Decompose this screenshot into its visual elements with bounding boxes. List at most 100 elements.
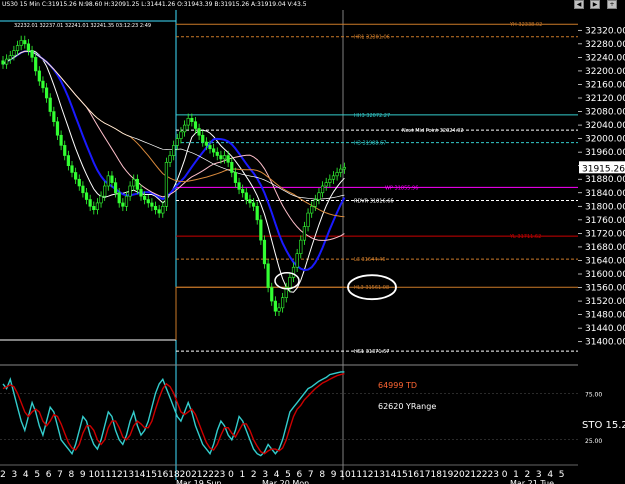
candle-body bbox=[179, 131, 183, 139]
candle-body bbox=[237, 182, 241, 190]
candle-body bbox=[273, 300, 277, 312]
candle-body bbox=[244, 192, 248, 200]
candle-body bbox=[193, 121, 198, 129]
candle-body bbox=[299, 239, 303, 254]
candle-body bbox=[259, 219, 263, 241]
x-tick-label: 20 bbox=[453, 470, 465, 480]
y-tick-label: 31560.00 bbox=[585, 284, 625, 294]
candle-body bbox=[190, 118, 194, 122]
candle-body bbox=[146, 199, 150, 204]
y-tick-label: 32160.00 bbox=[585, 80, 625, 90]
x-tick-label: 13 bbox=[123, 470, 134, 480]
x-tick-label: 0 bbox=[228, 470, 234, 480]
x-tick-label: 11 bbox=[351, 470, 362, 480]
x-tick-label: 8 bbox=[319, 470, 325, 480]
candle-body bbox=[302, 226, 307, 241]
y-tick-label: 31600.00 bbox=[585, 270, 625, 280]
x-tick-label: 22 bbox=[476, 470, 487, 480]
candle-body bbox=[212, 148, 216, 153]
candle-body bbox=[186, 118, 190, 126]
candle-body bbox=[121, 202, 125, 207]
y-tick-label: 31760.00 bbox=[585, 216, 625, 226]
x-tick-label: 4 bbox=[23, 470, 29, 480]
stoch-value-label: STO 15.2 bbox=[582, 420, 625, 431]
x-tick-label: 15 bbox=[145, 470, 156, 480]
date-label: Mar 20 Mon bbox=[262, 479, 309, 484]
y-tick-label: 32240.00 bbox=[585, 53, 625, 63]
candle-body bbox=[208, 145, 212, 150]
candle-body bbox=[281, 297, 285, 309]
candle-body bbox=[135, 178, 139, 190]
y-tick-label: 31960.00 bbox=[585, 148, 625, 158]
y-tick-label: 32280.00 bbox=[585, 40, 625, 50]
candle-body bbox=[270, 287, 274, 302]
candle-body bbox=[310, 206, 314, 214]
zoom-button[interactable]: + bbox=[607, 0, 617, 9]
candle-body bbox=[201, 134, 205, 143]
candle-body bbox=[172, 145, 176, 156]
price-chart: YH 32338.02 HR1 32301.06 HH3 32072.27 Next … bbox=[0, 0, 625, 484]
x-tick-label: 21 bbox=[465, 470, 476, 480]
candle-body bbox=[339, 168, 343, 173]
level-label: HH3 32072.27 bbox=[354, 113, 390, 119]
candle-body bbox=[70, 165, 74, 173]
candle-body bbox=[92, 206, 96, 210]
candle-body bbox=[81, 185, 85, 194]
y-tick-label: 31680.00 bbox=[585, 243, 625, 253]
level-label: YH 32338.02 bbox=[509, 22, 542, 28]
x-tick-label: 14 bbox=[134, 470, 146, 480]
candle-body bbox=[41, 80, 45, 89]
candle-body bbox=[222, 155, 227, 160]
scroll-right-button[interactable]: ▶ bbox=[590, 0, 600, 9]
x-tick-label: 12 bbox=[362, 470, 373, 480]
candle-body bbox=[8, 55, 12, 60]
x-tick-label: 10 bbox=[339, 470, 351, 480]
candle-body bbox=[52, 111, 56, 122]
x-tick-label: 8 bbox=[69, 470, 75, 480]
candle-body bbox=[37, 70, 41, 82]
y-tick-label: 32080.00 bbox=[585, 108, 625, 118]
x-tick-label: 6 bbox=[46, 470, 52, 480]
candle-body bbox=[55, 121, 60, 136]
date-label: Mar 19 Sun bbox=[176, 479, 222, 484]
y-tick-label: 31520.00 bbox=[585, 297, 625, 307]
candle-body bbox=[5, 58, 9, 65]
y-tick-label: 31440.00 bbox=[585, 324, 625, 334]
candle-body bbox=[30, 50, 34, 58]
x-tick-label: 2 bbox=[0, 470, 6, 480]
x-tick-label: 16 bbox=[157, 470, 169, 480]
y-tick-label: 31400.00 bbox=[585, 338, 625, 348]
level-label: WP 31855.96 bbox=[385, 185, 418, 191]
x-tick-label: 9 bbox=[80, 470, 86, 480]
x-tick-label: 5 bbox=[34, 470, 40, 480]
scroll-left-button[interactable]: ◀ bbox=[574, 0, 584, 9]
x-tick-label: 13 bbox=[373, 470, 384, 480]
candle-body bbox=[161, 206, 165, 214]
candle-body bbox=[255, 206, 259, 221]
candle-body bbox=[233, 172, 238, 183]
stoch-tick-label: 25.00 bbox=[585, 438, 602, 445]
candle-body bbox=[226, 155, 230, 163]
y-tick-label: 32000.00 bbox=[585, 135, 625, 145]
chart-header: US30 15 Min C:31915.26 N:98.60 H:32091.2… bbox=[0, 0, 625, 9]
candle-body bbox=[335, 172, 339, 177]
x-tick-label: 7 bbox=[57, 470, 63, 480]
candle-body bbox=[74, 172, 78, 180]
candle-body bbox=[113, 182, 118, 194]
candle-body bbox=[313, 199, 317, 207]
x-tick-label: 17 bbox=[419, 470, 430, 480]
candle-body bbox=[153, 206, 158, 210]
candle-body bbox=[342, 167, 346, 170]
candle-body bbox=[215, 151, 219, 156]
header-quote-text: US30 15 Min C:31915.26 N:98.60 H:32091.2… bbox=[2, 1, 307, 8]
y-tick-label: 31840.00 bbox=[585, 189, 625, 199]
candle-body bbox=[117, 192, 121, 204]
x-tick-label: 14 bbox=[385, 470, 397, 480]
y-tick-label: 32120.00 bbox=[585, 94, 625, 104]
x-tick-label: 0 bbox=[502, 470, 508, 480]
x-tick-label: 5 bbox=[559, 470, 565, 480]
candle-body bbox=[168, 155, 172, 163]
x-tick-label: 18 bbox=[430, 470, 442, 480]
x-tick-label: 10 bbox=[88, 470, 100, 480]
candle-body bbox=[295, 253, 299, 268]
